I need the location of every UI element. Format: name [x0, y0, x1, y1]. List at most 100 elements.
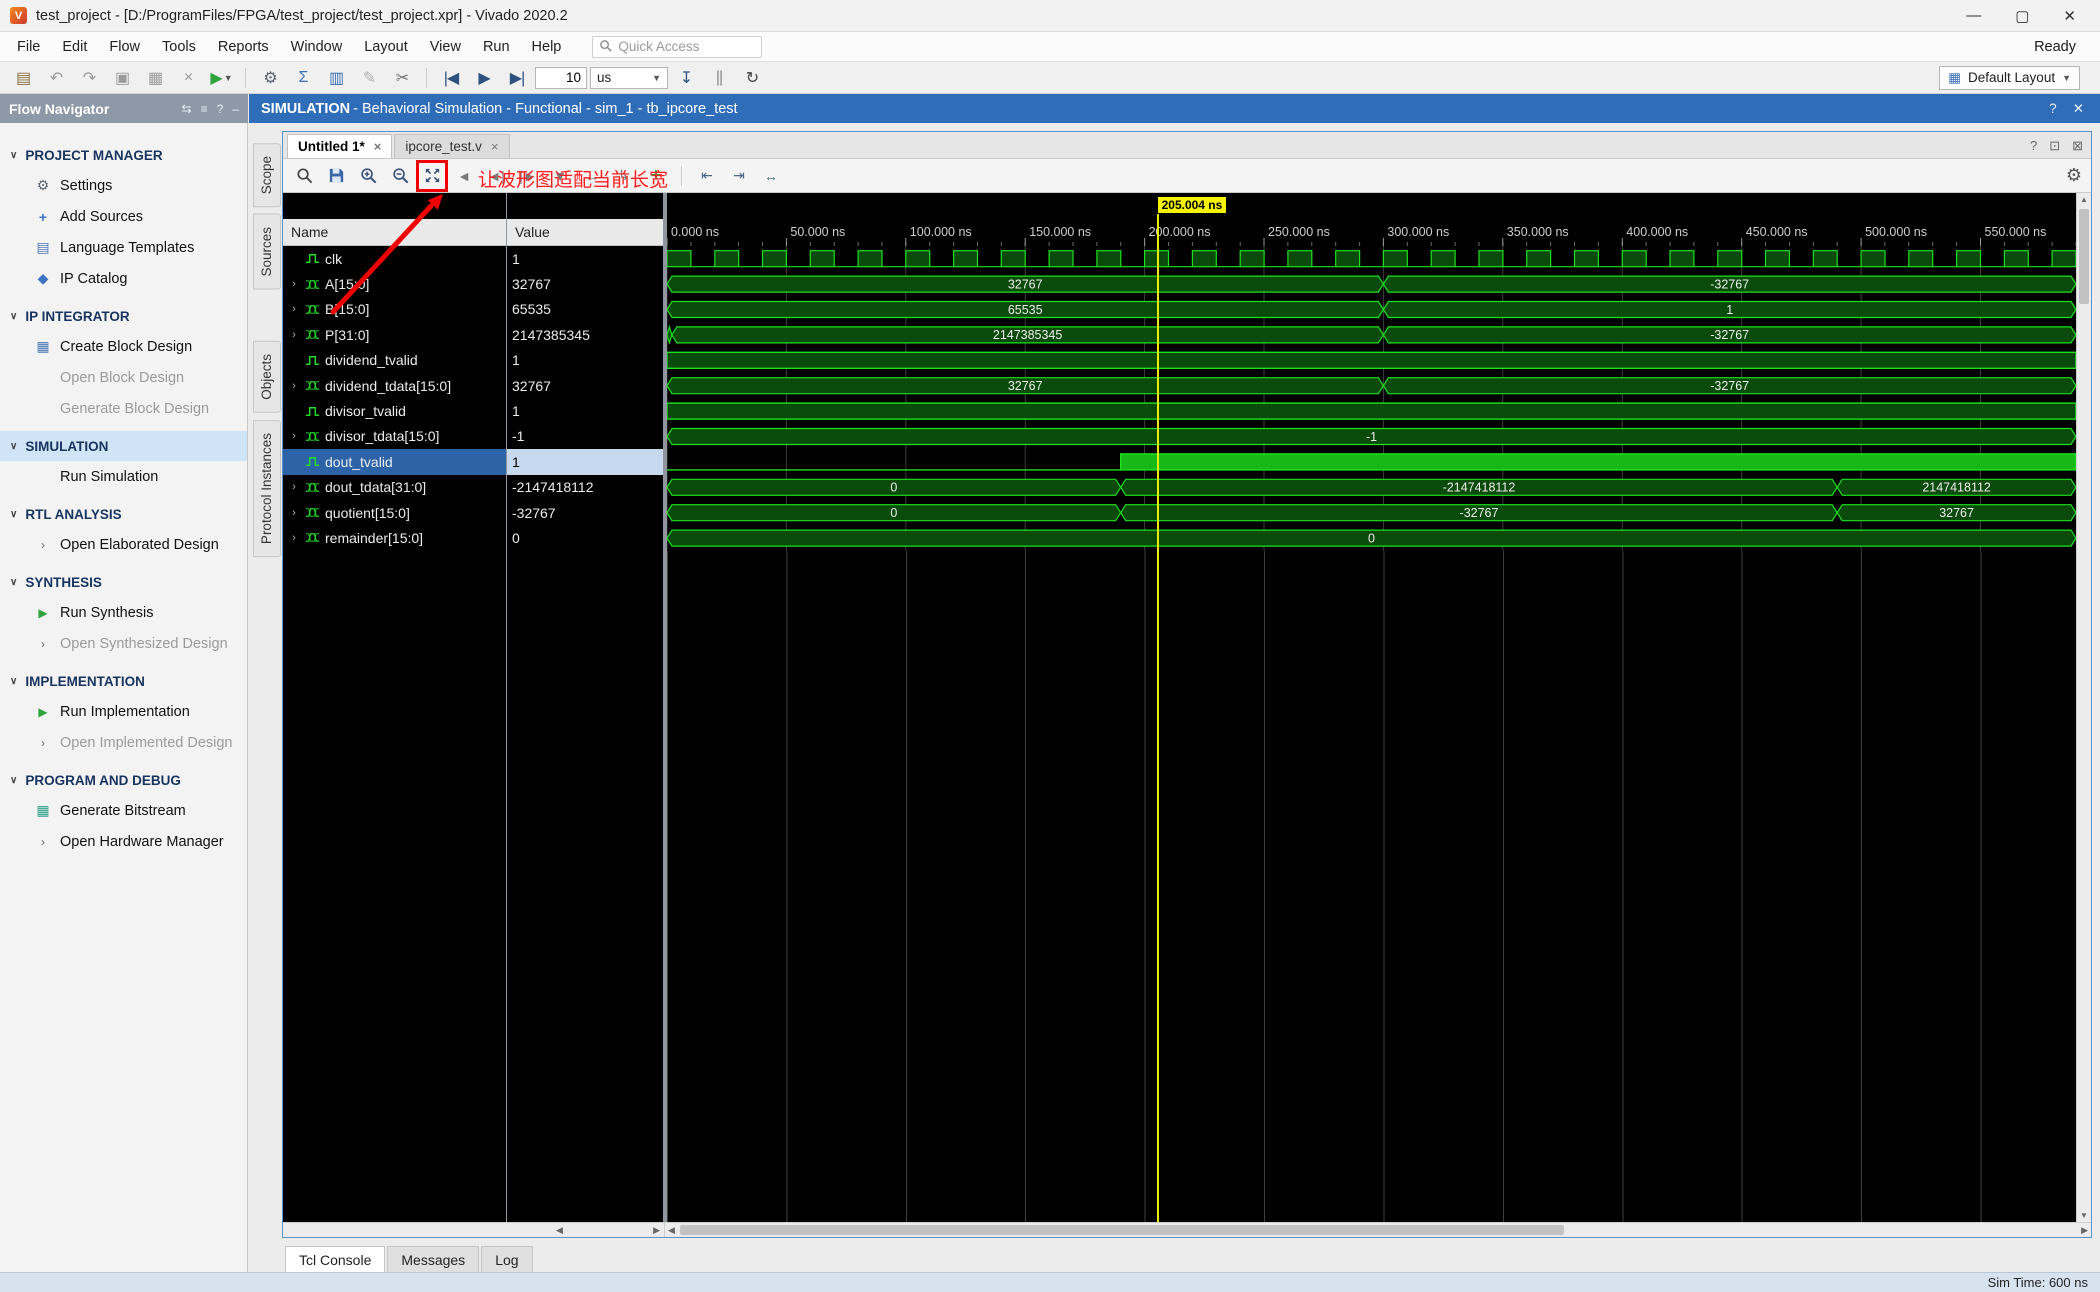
scroll-down-arrow[interactable]: ▼: [2077, 1211, 2091, 1220]
signal-name-row[interactable]: › dividend_tdata[15:0]: [283, 373, 506, 398]
undo-button[interactable]: ↶: [41, 65, 71, 91]
flow-item-open-block-design[interactable]: Open Block Design: [0, 362, 247, 393]
signal-name-row[interactable]: dout_tvalid: [283, 449, 506, 475]
expand-chevron-icon[interactable]: ›: [288, 532, 300, 544]
sum-button[interactable]: Σ: [288, 65, 318, 91]
expand-chevron-icon[interactable]: ›: [288, 481, 300, 493]
menu-run[interactable]: Run: [472, 35, 521, 59]
save-waveform-button[interactable]: [323, 163, 349, 189]
signal-name-row[interactable]: › P[31:0]: [283, 322, 506, 347]
expand-chevron-icon[interactable]: ›: [288, 507, 300, 519]
flow-item-run-implementation[interactable]: ▶ Run Implementation: [0, 696, 247, 727]
restart-button[interactable]: |◀: [436, 65, 466, 91]
scroll-left-arrow[interactable]: ◀: [668, 1225, 675, 1236]
panel-header-icon[interactable]: ?: [217, 102, 224, 116]
zoom-fit-button[interactable]: [416, 159, 448, 192]
menu-edit[interactable]: Edit: [51, 35, 98, 59]
wave-time-ruler[interactable]: 0.000 ns 50.000 ns 100.000 ns 150.000 ns 200…: [666, 219, 2077, 246]
signal-value-row[interactable]: 1: [507, 246, 663, 271]
delete-button[interactable]: ×: [173, 65, 203, 91]
flow-item-add-sources[interactable]: + Add Sources: [0, 201, 247, 232]
close-icon[interactable]: ×: [374, 139, 382, 154]
flow-item-create-block-design[interactable]: ▦ Create Block Design: [0, 331, 247, 362]
panel-header-icon[interactable]: ⇆: [182, 102, 192, 116]
signal-value-row[interactable]: 2147385345: [507, 322, 663, 347]
scroll-up-arrow[interactable]: ▲: [2077, 195, 2091, 204]
flow-section-rtl-analysis[interactable]: ∨ RTL ANALYSIS: [0, 499, 247, 529]
signal-value-row[interactable]: 0: [507, 525, 663, 550]
flow-item-open-implemented-design[interactable]: › Open Implemented Design: [0, 727, 247, 758]
waveform-panel[interactable]: 0.000 ns 50.000 ns 100.000 ns 150.000 ns 200…: [666, 193, 2077, 1222]
run-all-button[interactable]: ▶: [469, 65, 499, 91]
horizontal-scroll-thumb[interactable]: [680, 1225, 1565, 1235]
value-column-header[interactable]: Value: [507, 219, 663, 246]
fit-selection-button[interactable]: ↔: [758, 163, 784, 189]
menu-file[interactable]: File: [6, 35, 51, 59]
signal-name-row[interactable]: › dout_tdata[31:0]: [283, 475, 506, 500]
report-button[interactable]: ▥: [321, 65, 351, 91]
close-view-icon[interactable]: ✕: [2073, 101, 2084, 117]
flow-item-generate-block-design[interactable]: Generate Block Design: [0, 393, 247, 424]
wave-horizontal-scrollbar[interactable]: ◀ ▶: [665, 1223, 2091, 1237]
signal-name-row[interactable]: › quotient[15:0]: [283, 500, 506, 525]
maximize-button[interactable]: ▢: [2015, 7, 2029, 25]
pause-button[interactable]: ||: [704, 65, 734, 91]
menu-tools[interactable]: Tools: [151, 35, 207, 59]
signal-value-row[interactable]: 1: [507, 398, 663, 423]
tab-corner-icon[interactable]: ?: [2030, 138, 2037, 154]
flow-item-run-simulation[interactable]: Run Simulation: [0, 461, 247, 492]
menu-help[interactable]: Help: [521, 35, 573, 59]
flow-section-simulation[interactable]: ∨ SIMULATION: [0, 431, 247, 461]
runtime-unit-select[interactable]: us ▼: [590, 66, 668, 89]
paste-button[interactable]: ▦: [140, 65, 170, 91]
signal-name-row[interactable]: clk: [283, 246, 506, 271]
flow-item-ip-catalog[interactable]: ◆ IP Catalog: [0, 263, 247, 294]
step-button[interactable]: ↧: [671, 65, 701, 91]
menu-flow[interactable]: Flow: [98, 35, 151, 59]
find-button[interactable]: [291, 163, 317, 189]
menu-view[interactable]: View: [419, 35, 472, 59]
flow-item-settings[interactable]: ⚙ Settings: [0, 170, 247, 201]
flow-item-open-hardware-manager[interactable]: › Open Hardware Manager: [0, 826, 247, 857]
menu-reports[interactable]: Reports: [207, 35, 280, 59]
go-to-last-time-button[interactable]: ⇥: [726, 163, 752, 189]
signal-name-row[interactable]: › remainder[15:0]: [283, 525, 506, 550]
time-ruler-svg[interactable]: 0.000 ns 50.000 ns 100.000 ns 150.000 ns 200…: [666, 219, 2077, 246]
side-tab-objects[interactable]: Objects: [253, 340, 281, 413]
name-area-scrollbar[interactable]: ◀ ▶: [283, 1223, 665, 1237]
edit-button[interactable]: ✎: [354, 65, 384, 91]
wave-plot[interactable]: 32767 -32767 65535 1 2147385345 -32767 32767 -3…: [666, 246, 2077, 551]
flow-item-run-synthesis[interactable]: ▶ Run Synthesis: [0, 597, 247, 628]
probe-button[interactable]: ✂: [387, 65, 417, 91]
flow-section-project-manager[interactable]: ∨ PROJECT MANAGER: [0, 140, 247, 170]
simulation-runtime-input[interactable]: [535, 66, 587, 89]
tab-untitled-1[interactable]: Untitled 1* ×: [287, 134, 393, 158]
tab-ipcore-test-v[interactable]: ipcore_test.v ×: [394, 134, 510, 158]
quick-access-input[interactable]: Quick Access: [592, 35, 763, 58]
scroll-right-arrow[interactable]: ▶: [653, 1225, 660, 1236]
relaunch-button[interactable]: ↻: [737, 65, 767, 91]
signal-name-row[interactable]: › divisor_tdata[15:0]: [283, 424, 506, 449]
minimize-button[interactable]: —: [1966, 7, 1981, 25]
menu-layout[interactable]: Layout: [353, 35, 419, 59]
zoom-in-button[interactable]: [355, 163, 381, 189]
signal-value-row[interactable]: -2147418112: [507, 475, 663, 500]
expand-chevron-icon[interactable]: ›: [288, 303, 300, 315]
flow-item-open-synthesized-design[interactable]: › Open Synthesized Design: [0, 628, 247, 659]
flow-item-open-elaborated-design[interactable]: › Open Elaborated Design: [0, 529, 247, 560]
zoom-to-cursor-button[interactable]: ◄: [451, 163, 477, 189]
signal-value-row[interactable]: 65535: [507, 297, 663, 322]
signal-value-row[interactable]: 32767: [507, 271, 663, 296]
expand-chevron-icon[interactable]: ›: [288, 380, 300, 392]
help-icon[interactable]: ?: [2049, 101, 2057, 117]
expand-chevron-icon[interactable]: ›: [288, 278, 300, 290]
vertical-scrollbar[interactable]: ▲ ▼: [2076, 193, 2091, 1222]
flow-item-generate-bitstream[interactable]: ▦ Generate Bitstream: [0, 795, 247, 826]
open-file-button[interactable]: ▤: [8, 65, 38, 91]
signal-value-row[interactable]: 32767: [507, 373, 663, 398]
signal-name-row[interactable]: divisor_tvalid: [283, 398, 506, 423]
layout-selector[interactable]: ▦ Default Layout ▼: [1939, 65, 2080, 90]
run-for-button[interactable]: ▶|: [502, 65, 532, 91]
run-button[interactable]: ▶ ▼: [206, 65, 236, 91]
flow-item-language-templates[interactable]: ▤ Language Templates: [0, 232, 247, 263]
